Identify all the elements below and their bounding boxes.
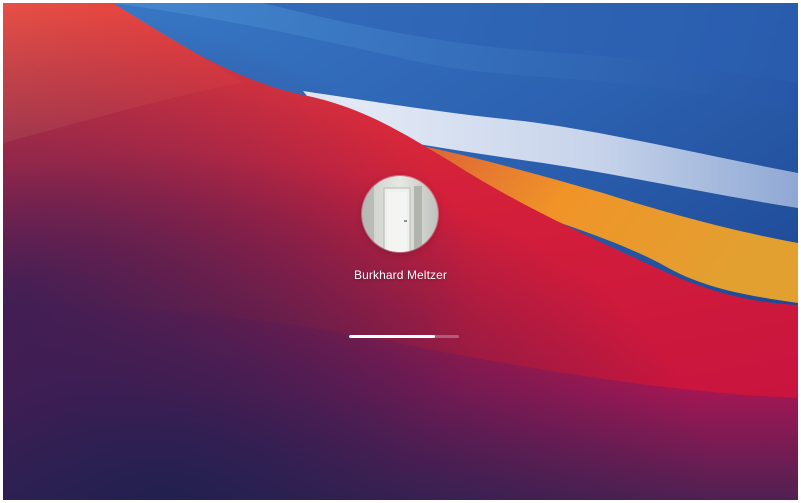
- login-progress-fill: [349, 335, 435, 338]
- user-name-label: Burkhard Meltzer: [354, 268, 447, 282]
- login-progress-bar: [349, 335, 459, 338]
- login-screen: Burkhard Meltzer: [3, 3, 798, 500]
- user-avatar[interactable]: [362, 176, 438, 252]
- door-photo-avatar-icon: [362, 176, 438, 252]
- user-account[interactable]: Burkhard Meltzer: [3, 176, 798, 296]
